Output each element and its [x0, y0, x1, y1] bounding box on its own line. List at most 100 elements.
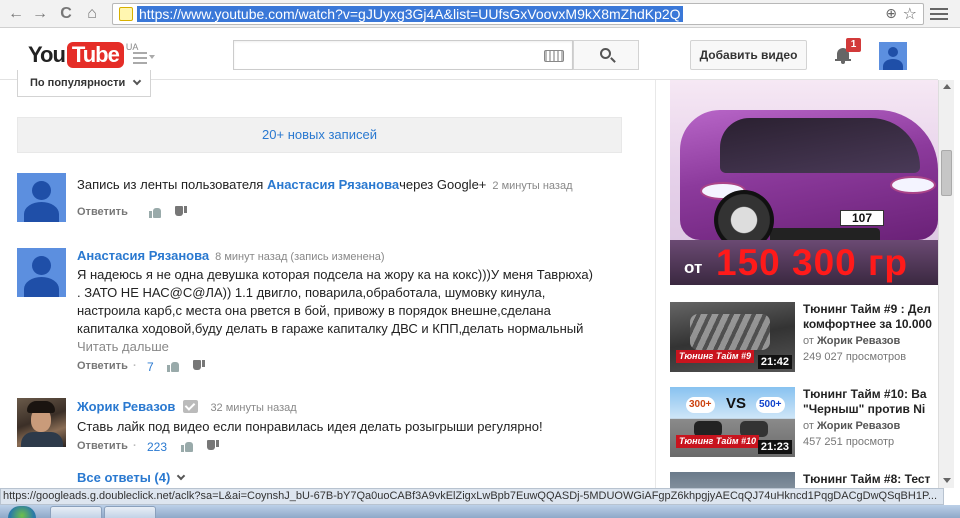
video-title-line[interactable]: Тюнинг Тайм #9 : Дел: [803, 302, 938, 317]
video-duration: 21:42: [757, 355, 792, 369]
comment-timestamp[interactable]: 2 минуты назад: [492, 180, 572, 192]
thumbnail-vs-label: VS: [726, 395, 747, 412]
thumbs-up-icon[interactable]: [181, 440, 193, 452]
scroll-up-icon[interactable]: [943, 84, 951, 89]
comment-text-line: . ЗАТО НЕ НАС@С@ЛА)) 1.1 двигло, поварил…: [77, 285, 546, 300]
sort-comments-label: По популярности: [30, 77, 126, 89]
sidebar-ad-banner[interactable]: 107 от 150 300 гр: [670, 80, 938, 285]
logo-tube-text: Tube: [66, 42, 124, 68]
browser-toolbar: ← → C ⌂ https://www.youtube.com/watch?v=…: [0, 0, 960, 28]
reload-icon[interactable]: C: [56, 4, 76, 24]
related-video-item[interactable]: Тюнинг Тайм #8: Тест: [670, 472, 938, 488]
browser-menu-icon[interactable]: [930, 5, 948, 23]
comment-avatar[interactable]: [17, 173, 66, 222]
search-icon: [600, 48, 611, 59]
comment-share-prefix: Запись из ленты пользователя: [77, 177, 267, 192]
comment-actions: Ответить · 7: [77, 360, 637, 376]
reply-button[interactable]: Ответить: [77, 206, 128, 218]
logo-region: UA: [125, 42, 139, 52]
comment-item: Жорик Ревазов 32 минуты назад Ставь лайк …: [17, 398, 637, 458]
comment-author-link[interactable]: Жорик Ревазов: [77, 399, 175, 414]
address-bar[interactable]: https://www.youtube.com/watch?v=gJUyxg3G…: [112, 3, 924, 25]
video-title-line[interactable]: Тюнинг Тайм #8: Тест: [803, 472, 938, 487]
comment-text-line: капиталка ходовой,буду делать в гараже к…: [77, 321, 584, 336]
browser-status-bar: https://googleads.g.doubleclick.net/aclk…: [0, 488, 944, 505]
comment-timestamp[interactable]: 8 минут назад (запись изменена): [215, 251, 384, 263]
video-title-line[interactable]: "Черныш" против Ni: [803, 402, 938, 417]
os-taskbar: [0, 505, 960, 518]
show-all-replies-button[interactable]: Все ответы (4): [77, 470, 186, 485]
address-bar-url[interactable]: https://www.youtube.com/watch?v=gJUyxg3G…: [137, 6, 683, 22]
related-video-item[interactable]: 300+ VS 500+ Тюнинг Тайм #10 21:23 Тюнин…: [670, 387, 938, 459]
separator-dot: ·: [133, 360, 137, 372]
taskbar-app-icon[interactable]: [104, 506, 156, 518]
video-thumbnail[interactable]: 300+ VS 500+ Тюнинг Тайм #10 21:23: [670, 387, 795, 457]
video-thumbnail[interactable]: [670, 472, 795, 488]
video-title-line[interactable]: комфортнее за 10.000: [803, 317, 938, 332]
keyboard-icon[interactable]: [544, 50, 564, 62]
page-info-icon[interactable]: [119, 7, 133, 21]
video-title-line[interactable]: Тюнинг Тайм #10: Ва: [803, 387, 938, 402]
forward-icon[interactable]: →: [30, 4, 50, 24]
separator-dot: ·: [133, 440, 137, 452]
logo-you-text: You: [28, 42, 66, 67]
search-input[interactable]: [233, 40, 573, 70]
thumbnail-left-label: 300+: [686, 397, 715, 413]
youtube-logo[interactable]: You Tube UA: [28, 42, 138, 68]
chevron-down-icon: [177, 471, 186, 481]
related-video-item[interactable]: Тюнинг Тайм #9 21:42 Тюнинг Тайм #9 : Де…: [670, 302, 938, 374]
video-views: 457 251 просмотр: [803, 436, 895, 448]
reply-button[interactable]: Ответить: [77, 440, 128, 452]
bookmark-star-icon[interactable]: ☆: [903, 4, 917, 24]
upload-video-button[interactable]: Добавить видео: [690, 40, 807, 70]
comment-item: Анастасия Рязанова 8 минут назад (запись …: [17, 248, 637, 376]
comment-author-link[interactable]: Анастасия Рязанова: [77, 248, 209, 263]
start-button-icon[interactable]: [8, 506, 36, 518]
new-posts-button[interactable]: 20+ новых записей: [17, 117, 622, 153]
scroll-down-icon[interactable]: [943, 478, 951, 483]
video-thumbnail[interactable]: Тюнинг Тайм #9 21:42: [670, 302, 795, 372]
home-icon[interactable]: ⌂: [82, 4, 102, 24]
comment-text-line: настроила карб,с места она рвется в бой,…: [77, 303, 551, 318]
reply-button[interactable]: Ответить: [77, 360, 128, 372]
thumbnail-tag: Тюнинг Тайм #9: [676, 350, 755, 363]
video-channel: от Жорик Ревазов: [803, 333, 938, 349]
comment-avatar-photo[interactable]: [17, 398, 66, 447]
show-all-replies-label: Все ответы (4): [77, 470, 171, 485]
thumbs-down-icon[interactable]: [175, 206, 187, 218]
like-count: 7: [147, 360, 154, 374]
comment-share-suffix: через Google+: [399, 177, 487, 192]
comment-actions: Ответить · 223: [77, 440, 637, 456]
thumbs-up-icon[interactable]: [149, 206, 161, 218]
back-icon[interactable]: ←: [6, 4, 26, 24]
account-avatar[interactable]: [879, 42, 907, 70]
guide-menu-icon[interactable]: [133, 52, 155, 64]
thumbs-up-icon[interactable]: [167, 360, 179, 372]
channel-name: Жорик Ревазов: [816, 420, 901, 432]
comment-actions: Ответить: [77, 206, 637, 222]
search-button[interactable]: [573, 40, 639, 70]
ad-price-banner: от 150 300 гр: [670, 240, 938, 285]
ad-price: 150 300 гр: [716, 242, 909, 283]
zoom-icon[interactable]: ⊕: [885, 5, 897, 22]
taskbar-app-icon[interactable]: [50, 506, 102, 518]
channel-prefix: от: [803, 335, 817, 347]
comment-author-link[interactable]: Анастасия Рязанова: [267, 177, 399, 192]
thumbs-down-icon[interactable]: [207, 440, 219, 452]
sort-comments-dropdown[interactable]: По популярности: [17, 70, 151, 97]
channel-name: Жорик Ревазов: [816, 335, 901, 347]
comment-timestamp[interactable]: 32 минуты назад: [210, 402, 296, 414]
channel-prefix: от: [803, 420, 817, 432]
read-more-link[interactable]: Читать дальше: [77, 338, 637, 355]
comment-avatar[interactable]: [17, 248, 66, 297]
video-views: 249 027 просмотров: [803, 351, 907, 363]
ad-price-prefix: от: [684, 258, 703, 277]
page-scrollbar[interactable]: [938, 80, 954, 488]
thumbs-down-icon[interactable]: [193, 360, 205, 372]
comment-text: Запись из ленты пользователя Анастасия Р…: [77, 176, 637, 195]
video-channel: от Жорик Ревазов: [803, 418, 938, 434]
scrollbar-thumb[interactable]: [941, 150, 952, 196]
like-count: 223: [147, 440, 168, 454]
verified-check-icon: [183, 400, 199, 413]
thumbnail-right-label: 500+: [756, 397, 785, 413]
